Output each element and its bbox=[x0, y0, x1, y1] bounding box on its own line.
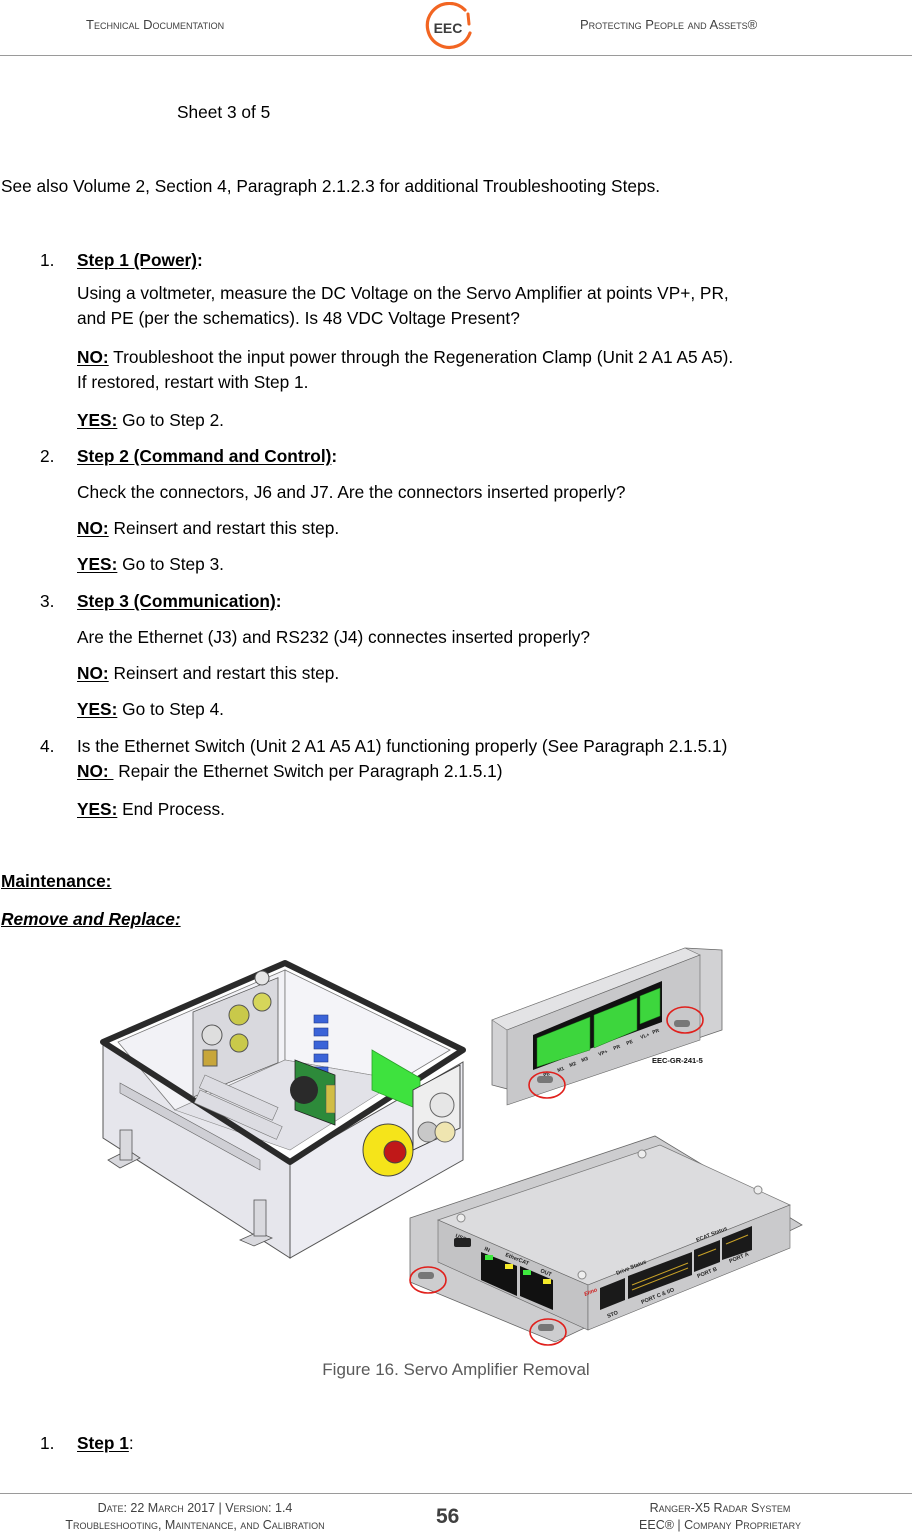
servo-amplifier-bottom-illustration: USB IN EtherCAT OUT Drive Status STO POR… bbox=[409, 1135, 803, 1346]
logo-text: EEC bbox=[434, 20, 463, 36]
step-title-colon: : bbox=[128, 1433, 134, 1453]
step-number: 3. bbox=[40, 591, 55, 611]
no-label: NO: bbox=[77, 761, 114, 781]
step-no-branch: NO: Repair the Ethernet Switch per Parag… bbox=[77, 759, 503, 784]
step-heading: Step 1: bbox=[77, 1431, 134, 1456]
footer-proprietary-notice: EEC® | Company Proprietary bbox=[639, 1518, 801, 1532]
step-yes-branch: YES: Go to Step 2. bbox=[77, 408, 224, 433]
figure-caption: Figure 16. Servo Amplifier Removal bbox=[322, 1360, 590, 1379]
no-label: NO: bbox=[77, 518, 109, 538]
no-label: NO: bbox=[77, 663, 109, 683]
footer-section-title: Troubleshooting, Maintenance, and Calibr… bbox=[65, 1518, 325, 1532]
no-text: Reinsert and restart this step. bbox=[108, 518, 340, 538]
header-doc-type: Technical Documentation bbox=[86, 17, 225, 32]
step-yes-branch: YES: Go to Step 4. bbox=[77, 697, 224, 722]
yes-label: YES: bbox=[77, 410, 118, 430]
header-tagline: Protecting People and Assets® bbox=[580, 17, 758, 32]
maintenance-heading: Maintenance: bbox=[1, 871, 112, 891]
step-question-line: Check the connectors, J6 and J7. Are the… bbox=[77, 482, 626, 502]
no-label: NO: bbox=[77, 347, 109, 367]
step-no-branch: NO: Reinsert and restart this step. bbox=[77, 661, 339, 686]
no-text: Repair the Ethernet Switch per Paragraph… bbox=[113, 761, 503, 781]
step-title-colon: : bbox=[331, 446, 338, 466]
servo-amplifier-top-illustration: PE M1 M2 M3 VP+ PR PE VL+ PR EEC-GR-241-… bbox=[491, 947, 723, 1106]
no-text: Troubleshoot the input power through the… bbox=[108, 347, 734, 367]
step-title: Step 2 (Command and Control) bbox=[77, 446, 332, 466]
step-number: 4. bbox=[40, 736, 55, 756]
step-number: 1. bbox=[40, 1433, 55, 1453]
part-number-label: EEC-GR-241-5 bbox=[652, 1056, 703, 1065]
step-title: Step 1 (Power) bbox=[77, 250, 198, 270]
step-question-line: Is the Ethernet Switch (Unit 2 A1 A5 A1)… bbox=[77, 736, 728, 756]
see-also-note: See also Volume 2, Section 4, Paragraph … bbox=[1, 176, 661, 196]
step-title: Step 1 bbox=[77, 1433, 129, 1453]
yes-label: YES: bbox=[77, 554, 118, 574]
footer-right: Ranger-X5 Radar System EEC® | Company Pr… bbox=[560, 1500, 880, 1534]
servo-amplifier-removal-figure: PE M1 M2 M3 VP+ PR PE VL+ PR EEC-GR-241-… bbox=[100, 947, 803, 1346]
step-no-branch: NO: Reinsert and restart this step. bbox=[77, 516, 339, 541]
yes-text: Go to Step 4. bbox=[117, 699, 224, 719]
footer-left: Date: 22 March 2017 | Version: 1.4 Troub… bbox=[30, 1500, 360, 1534]
step-no-branch-continued: If restored, restart with Step 1. bbox=[77, 372, 309, 392]
step-question-line: Using a voltmeter, measure the DC Voltag… bbox=[77, 283, 729, 303]
footer-product-name: Ranger-X5 Radar System bbox=[649, 1501, 791, 1515]
yes-text: Go to Step 2. bbox=[117, 410, 224, 430]
footer-divider bbox=[0, 1493, 912, 1494]
yes-text: End Process. bbox=[117, 799, 225, 819]
step-number: 2. bbox=[40, 446, 55, 466]
eec-logo-icon: EEC bbox=[425, 2, 472, 50]
step-yes-branch: YES: End Process. bbox=[77, 797, 225, 822]
yes-text: Go to Step 3. bbox=[117, 554, 224, 574]
step-title: Step 3 (Communication) bbox=[77, 591, 276, 611]
footer-date-version: Date: 22 March 2017 | Version: 1.4 bbox=[97, 1501, 293, 1515]
yes-label: YES: bbox=[77, 799, 118, 819]
step-number: 1. bbox=[40, 250, 55, 270]
step-no-branch: NO: Troubleshoot the input power through… bbox=[77, 345, 733, 370]
step-question-line: and PE (per the schematics). Is 48 VDC V… bbox=[77, 308, 520, 328]
step-title-colon: : bbox=[197, 250, 203, 270]
step-heading: Step 3 (Communication): bbox=[77, 589, 282, 614]
step-title-colon: : bbox=[275, 591, 282, 611]
step-question-line: Are the Ethernet (J3) and RS232 (J4) con… bbox=[77, 627, 590, 647]
remove-replace-heading: Remove and Replace: bbox=[1, 909, 181, 929]
no-text: Reinsert and restart this step. bbox=[108, 663, 340, 683]
page-header: Technical Documentation EEC Protecting P… bbox=[0, 0, 912, 56]
step-yes-branch: YES: Go to Step 3. bbox=[77, 552, 224, 577]
yes-label: YES: bbox=[77, 699, 118, 719]
sheet-label: Sheet 3 of 5 bbox=[177, 102, 271, 122]
page-number: 56 bbox=[436, 1505, 460, 1528]
step-heading: Step 1 (Power): bbox=[77, 248, 203, 273]
header-divider bbox=[0, 55, 912, 56]
step-heading: Step 2 (Command and Control): bbox=[77, 444, 337, 469]
enclosure-illustration bbox=[100, 960, 466, 1259]
